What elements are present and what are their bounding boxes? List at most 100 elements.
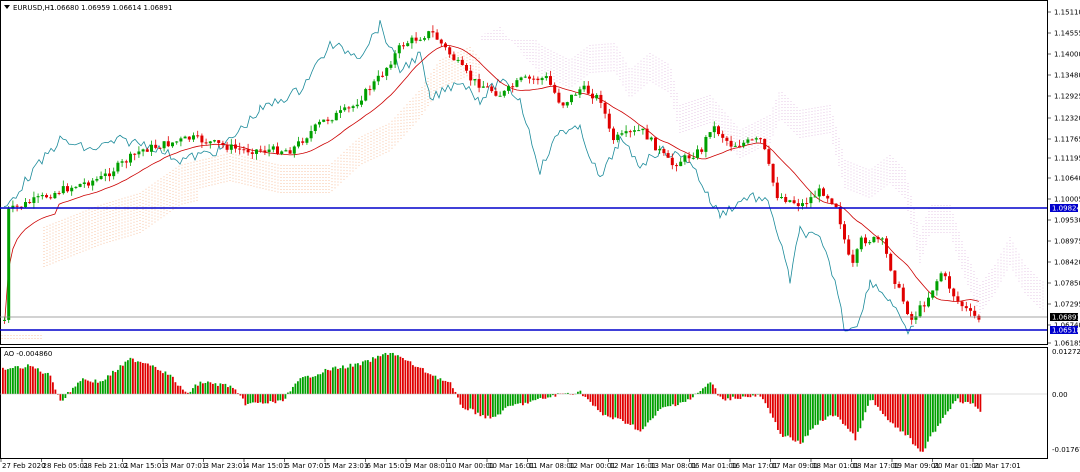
ao-bar — [64, 394, 67, 398]
candle-body — [234, 144, 237, 149]
ao-bar — [597, 394, 599, 411]
ao-bar — [724, 394, 727, 401]
ao-bar — [684, 394, 687, 402]
candle-body — [918, 305, 922, 317]
candle-body — [297, 141, 300, 147]
candle-body — [309, 131, 313, 139]
ao-bar — [617, 394, 619, 419]
candle-body — [549, 76, 552, 85]
candle-body — [641, 128, 645, 131]
ao-bar — [489, 394, 492, 419]
ao-bar — [324, 368, 327, 394]
time-tick-label: 9 Mar 08:01 — [407, 462, 449, 470]
ao-bar — [452, 388, 454, 394]
candle-body — [439, 39, 443, 44]
ao-bar — [939, 394, 942, 424]
candle-body — [57, 192, 61, 194]
ao-bar — [294, 383, 297, 394]
ao-bar — [24, 367, 27, 394]
trading-chart[interactable]: EURUSD,H1 1.06680 1.06959 1.06614 1.0689… — [0, 0, 1080, 472]
candle-body — [574, 94, 578, 96]
candle-body — [486, 86, 489, 88]
ao-bar — [249, 394, 252, 404]
ao-bar — [92, 382, 94, 394]
candle-body — [754, 138, 758, 140]
time-tick-label: 20 Mar 17:01 — [974, 462, 1021, 470]
ao-bar — [304, 376, 307, 394]
candle-body — [448, 47, 452, 55]
candle-body — [271, 146, 275, 150]
ao-bar — [604, 394, 607, 415]
ao-bar — [949, 394, 952, 410]
ao-bar — [467, 394, 469, 411]
ao-bar — [167, 374, 169, 394]
candle-body — [834, 203, 838, 207]
candle-body — [570, 94, 573, 103]
ao-bar — [349, 363, 352, 394]
ao-bar — [587, 394, 589, 400]
candle-body — [775, 182, 779, 199]
candle-body — [654, 137, 657, 151]
ao-bar — [94, 379, 97, 394]
ao-bar — [834, 394, 837, 416]
time-tick-label: 28 Feb 21:01 — [83, 462, 129, 470]
candle-body — [45, 195, 48, 198]
ao-bar — [502, 394, 504, 411]
ao-bar — [702, 388, 704, 394]
ao-bar — [642, 394, 644, 430]
ao-bar — [457, 394, 459, 398]
ao-bar — [212, 383, 214, 394]
price-tick-label: 1.12925 — [1054, 93, 1080, 101]
candle-body — [477, 79, 481, 88]
ao-bar — [609, 394, 612, 418]
ao-bar — [592, 394, 594, 406]
ao-bar — [164, 371, 167, 394]
ao-bar — [599, 394, 602, 413]
ao-bar — [192, 388, 194, 394]
ao-bar — [357, 363, 359, 394]
ao-bar — [197, 385, 199, 394]
ao-bar — [124, 361, 127, 394]
candle-body — [263, 150, 267, 153]
candle-body — [519, 77, 523, 81]
candle-body — [393, 53, 397, 65]
ao-bar — [739, 394, 742, 400]
candle-body — [712, 126, 716, 133]
ao-bar — [627, 394, 629, 424]
candle-body — [179, 138, 183, 142]
candle-body — [906, 301, 909, 315]
ao-bar — [664, 394, 667, 407]
time-tick-label: 28 Feb 05:01 — [43, 462, 89, 470]
ao-bar — [612, 394, 614, 420]
time-tick-label: 3 Mar 07:01 — [164, 462, 206, 470]
ao-bar — [317, 374, 319, 394]
ao-bar — [27, 364, 29, 394]
candle-body — [565, 102, 569, 106]
ao-bar — [104, 379, 107, 394]
ao-bar — [887, 394, 889, 421]
candle-body — [628, 131, 632, 133]
candle-body — [444, 43, 447, 48]
candle-body — [544, 76, 548, 79]
ao-bar — [527, 394, 529, 404]
candle-body — [431, 31, 435, 33]
time-tick-label: 4 Mar 15:01 — [245, 462, 287, 470]
candle-body — [452, 54, 456, 61]
triangle-down-icon[interactable] — [4, 5, 10, 9]
ao-bar — [447, 381, 449, 394]
ao-bar — [884, 394, 887, 417]
ao-bar — [19, 368, 22, 394]
ao-bar — [504, 394, 507, 408]
ao-bar — [954, 394, 957, 402]
candle-body — [423, 38, 426, 40]
candle-body — [662, 149, 666, 154]
ao-bar — [762, 394, 764, 400]
candle-body — [586, 85, 590, 94]
ao-bar — [274, 394, 277, 404]
ao-bar — [782, 394, 784, 437]
ao-bar — [644, 394, 647, 427]
ao-bar — [284, 394, 287, 399]
ao-bar — [169, 374, 172, 394]
ao-bar — [474, 394, 477, 415]
ao-bar — [802, 394, 804, 443]
